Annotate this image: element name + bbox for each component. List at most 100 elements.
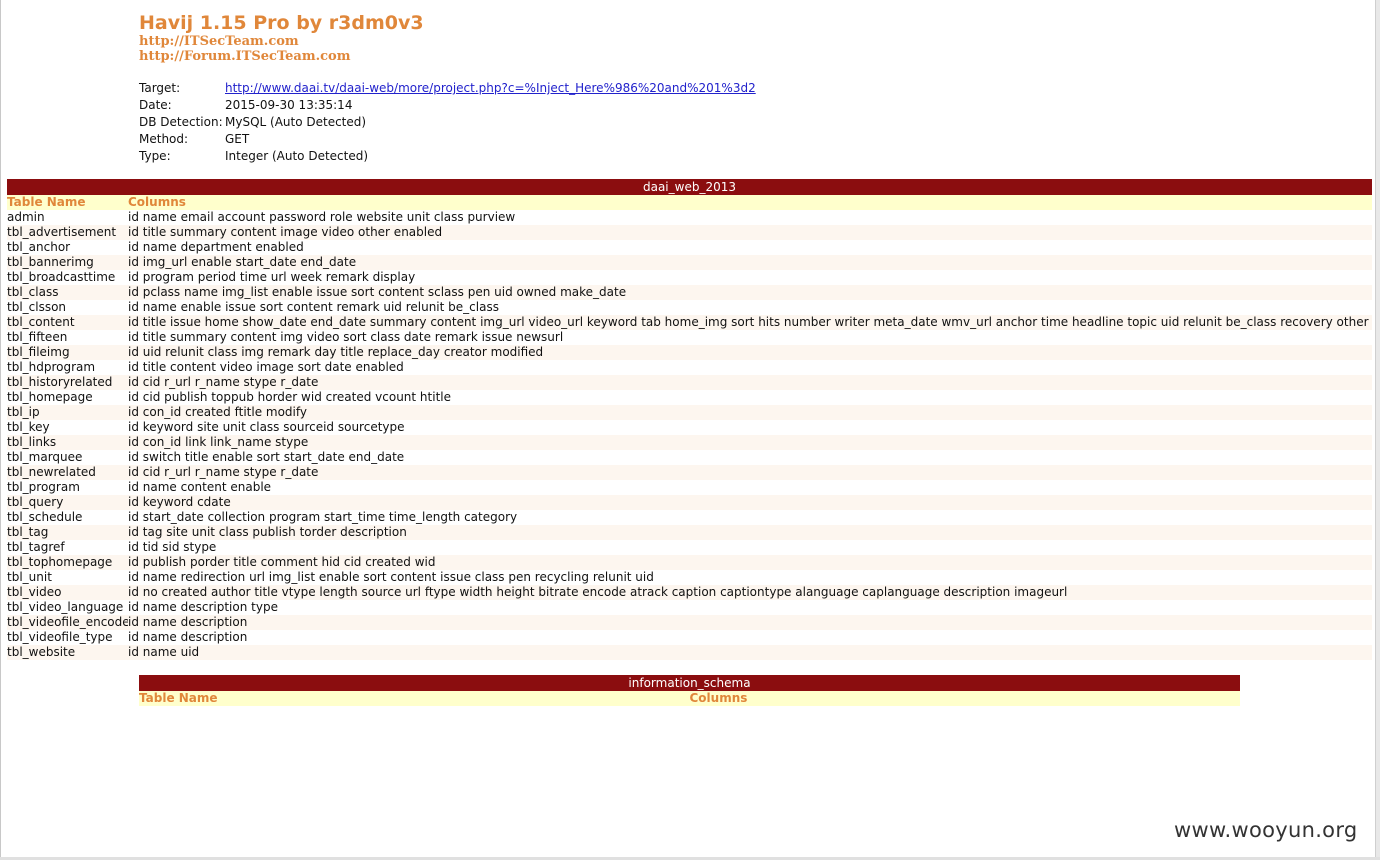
info-row-db-detection: DB Detection: MySQL (Auto Detected): [139, 114, 756, 131]
columns-cell: id pclass name img_list enable issue sor…: [128, 285, 1372, 300]
db-detection-value: MySQL (Auto Detected): [225, 115, 367, 129]
table-row: tbl_schedule id start_date collection pro…: [7, 510, 1372, 525]
table-row: tbl_clsson id name enable issue sort cont…: [7, 300, 1372, 315]
table-name-cell: admin: [7, 210, 128, 225]
table-row: tbl_newrelated id cid r_url r_name stype …: [7, 465, 1372, 480]
table-name-cell: tbl_historyrelated: [7, 375, 128, 390]
columns-cell: id keyword site unit class sourceid sour…: [128, 420, 1372, 435]
table-row: tbl_tag id tag site unit class publish to…: [7, 525, 1372, 540]
column-header-row: Table Name Columns: [139, 691, 1240, 706]
table-name-cell: tbl_fileimg: [7, 345, 128, 360]
table-name-header: Table Name: [139, 691, 690, 706]
columns-cell: id title summary content img video sort …: [128, 330, 1372, 345]
scan-info: Target: http://www.daai.tv/daai-web/more/…: [139, 80, 756, 165]
columns-cell: id name redirection url img_list enable …: [128, 570, 1372, 585]
table-row: tbl_advertisement id title summary conten…: [7, 225, 1372, 240]
table-row: tbl_homepage id cid publish toppub horder…: [7, 390, 1372, 405]
db-detection-label: DB Detection:: [139, 115, 223, 129]
table-row: tbl_program id name content enable: [7, 480, 1372, 495]
table-row: tbl_anchor id name department enabled: [7, 240, 1372, 255]
table-name-cell: tbl_broadcasttime: [7, 270, 128, 285]
columns-header: Columns: [128, 195, 1372, 210]
target-label: Target:: [139, 81, 181, 95]
type-value: Integer (Auto Detected): [225, 149, 369, 163]
database-name: daai_web_2013: [642, 179, 736, 194]
table-name-cell: tbl_content: [7, 315, 128, 330]
columns-cell: id name content enable: [128, 480, 1372, 495]
table-name-header: Table Name: [7, 195, 128, 210]
column-header-row: Table Name Columns: [7, 195, 1372, 210]
table-row: tbl_historyrelated id cid r_url r_name st…: [7, 375, 1372, 390]
table-name-cell: tbl_hdprogram: [7, 360, 128, 375]
columns-cell: id tag site unit class publish torder de…: [128, 525, 1372, 540]
forum-link[interactable]: http://Forum.ITSecTeam.com: [139, 49, 424, 64]
columns-cell: id cid publish toppub horder wid created…: [128, 390, 1372, 405]
database-table-daai-web-2013: daai_web_2013 Table Name Columns admin id…: [7, 179, 1372, 660]
table-name-cell: tbl_class: [7, 285, 128, 300]
columns-cell: id tid sid stype: [128, 540, 1372, 555]
columns-cell: id con_id created ftitle modify: [128, 405, 1372, 420]
report-header: Havij 1.15 Pro by r3dm0v3 http://ITSecTe…: [139, 12, 424, 64]
table-row: tbl_query id keyword cdate: [7, 495, 1372, 510]
table-name-cell: tbl_homepage: [7, 390, 128, 405]
table-name-cell: tbl_video_language: [7, 600, 128, 615]
table-row: tbl_ip id con_id created ftitle modify: [7, 405, 1372, 420]
window-left-border: [0, 0, 1, 860]
info-row-date: Date: 2015-09-30 13:35:14: [139, 97, 756, 114]
table-row: tbl_website id name uid: [7, 645, 1372, 660]
table-name-cell: tbl_video: [7, 585, 128, 600]
columns-cell: id title summary content image video oth…: [128, 225, 1372, 240]
table-row: tbl_fifteen id title summary content img …: [7, 330, 1372, 345]
database-name-row: daai_web_2013: [7, 179, 1372, 195]
itsecteam-link[interactable]: http://ITSecTeam.com: [139, 34, 424, 49]
table-row: tbl_video_language id name description ty…: [7, 600, 1372, 615]
method-label: Method:: [139, 132, 189, 146]
database-name: information_schema: [139, 675, 1240, 691]
table-row: admin id name email account password role…: [7, 210, 1372, 225]
table-name-cell: tbl_links: [7, 435, 128, 450]
table-name-cell: tbl_advertisement: [7, 225, 128, 240]
columns-cell: id cid r_url r_name stype r_date: [128, 375, 1372, 390]
table-row: tbl_content id title issue home show_date…: [7, 315, 1372, 330]
table-row: tbl_tagref id tid sid stype: [7, 540, 1372, 555]
table-name-cell: tbl_bannerimg: [7, 255, 128, 270]
scrollbar-track[interactable]: [1375, 0, 1380, 860]
table-name-cell: tbl_tagref: [7, 540, 128, 555]
table-name-cell: tbl_videofile_type: [7, 630, 128, 645]
columns-cell: id start_date collection program start_t…: [128, 510, 1372, 525]
database-table-information-schema: information_schema Table Name Columns: [139, 675, 1240, 706]
date-value: 2015-09-30 13:35:14: [225, 98, 353, 112]
database-name-row: information_schema: [139, 675, 1240, 691]
columns-cell: id no created author title vtype length …: [128, 585, 1372, 600]
columns-cell: id name email account password role webs…: [128, 210, 1372, 225]
columns-cell: id name uid: [128, 645, 1372, 660]
columns-cell: id title issue home show_date end_date s…: [128, 315, 1372, 330]
table-row: tbl_broadcasttime id program period time …: [7, 270, 1372, 285]
method-value: GET: [225, 132, 250, 146]
watermark: www.wooyun.org: [1174, 818, 1358, 842]
columns-cell: id switch title enable sort start_date e…: [128, 450, 1372, 465]
columns-cell: id name description: [128, 615, 1372, 630]
columns-cell: id con_id link link_name stype: [128, 435, 1372, 450]
table-row: tbl_class id pclass name img_list enable …: [7, 285, 1372, 300]
columns-cell: id name description: [128, 630, 1372, 645]
table-row: tbl_videofile_type id name description: [7, 630, 1372, 645]
columns-cell: id img_url enable start_date end_date: [128, 255, 1372, 270]
table-row: tbl_unit id name redirection url img_list…: [7, 570, 1372, 585]
table-row: tbl_hdprogram id title content video imag…: [7, 360, 1372, 375]
table-row: tbl_links id con_id link link_name stype: [7, 435, 1372, 450]
info-row-method: Method: GET: [139, 131, 756, 148]
table-row: tbl_marquee id switch title enable sort s…: [7, 450, 1372, 465]
table-name-cell: tbl_videofile_encode: [7, 615, 128, 630]
table-row: tbl_bannerimg id img_url enable start_dat…: [7, 255, 1372, 270]
info-row-type: Type: Integer (Auto Detected): [139, 148, 756, 165]
info-row-target: Target: http://www.daai.tv/daai-web/more/…: [139, 80, 756, 97]
columns-cell: id uid relunit class img remark day titl…: [128, 345, 1372, 360]
table-name-cell: tbl_unit: [7, 570, 128, 585]
table-name-cell: tbl_tag: [7, 525, 128, 540]
table-name-cell: tbl_schedule: [7, 510, 128, 525]
date-label: Date:: [139, 98, 172, 112]
columns-cell: id cid r_url r_name stype r_date: [128, 465, 1372, 480]
target-link[interactable]: http://www.daai.tv/daai-web/more/project…: [225, 80, 756, 97]
table-name-cell: tbl_ip: [7, 405, 128, 420]
